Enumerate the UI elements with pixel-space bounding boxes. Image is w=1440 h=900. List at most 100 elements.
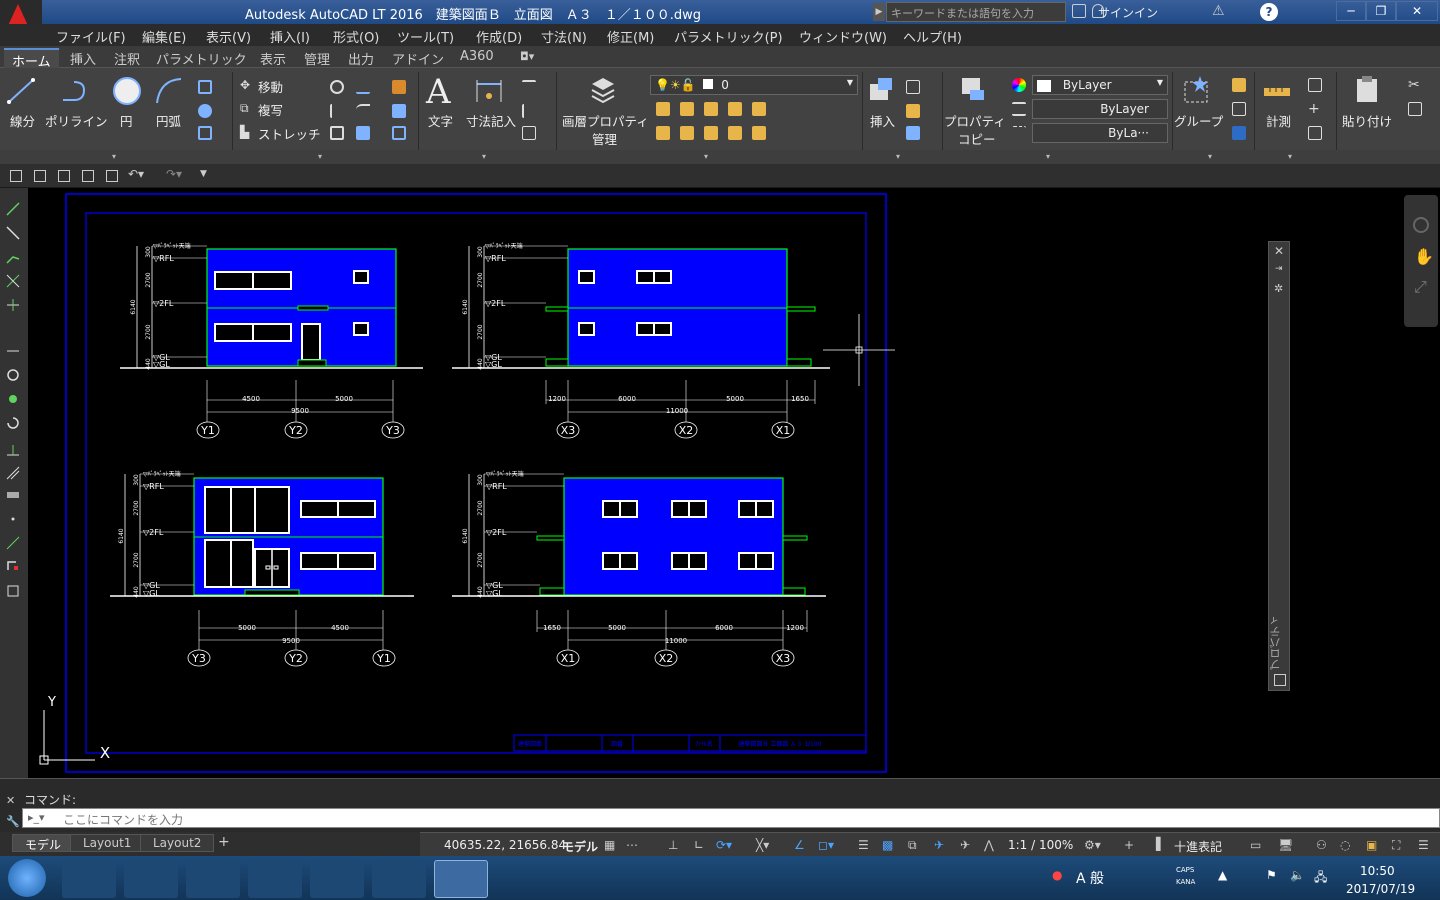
qat-customize-icon[interactable]: ▼ (200, 169, 207, 179)
lock-ui-icon[interactable]: 🖥▾ (1278, 838, 1293, 866)
tool-rotate-icon[interactable] (6, 416, 20, 430)
clock-date[interactable]: 2017/07/19 (1346, 882, 1415, 896)
tab-layout1[interactable]: Layout1 (70, 834, 145, 852)
fullscreen-icon[interactable]: ⛶ (1392, 838, 1406, 852)
group-icon[interactable] (1182, 74, 1212, 104)
rotate-icon[interactable] (330, 80, 344, 94)
search-input[interactable]: キーワードまたは語句を入力 (886, 2, 1066, 22)
annotation-scale-icon[interactable]: ⋀ (984, 838, 998, 852)
lineweight-dropdown[interactable]: ByLa··· (1032, 123, 1168, 143)
layer-tool-icon[interactable] (680, 102, 694, 116)
hardware-acceleration-icon[interactable]: ◌ (1340, 838, 1354, 852)
menu-help[interactable]: ヘルプ(H) (903, 27, 962, 46)
annotation-visibility-icon[interactable]: ✈ (934, 838, 948, 852)
clip-copy-icon[interactable] (1408, 102, 1422, 116)
attribute-icon[interactable] (906, 126, 920, 140)
group-edit-icon[interactable] (1232, 102, 1246, 116)
linear-dim-icon[interactable] (522, 80, 536, 94)
create-block-icon[interactable] (906, 80, 920, 94)
tray-expand-icon[interactable]: ▲ (1218, 868, 1227, 882)
layer-dropdown[interactable]: 💡☀🔓 0 ▼ (650, 75, 858, 95)
palette-toggle-icon[interactable] (1274, 674, 1286, 686)
thunderbird-icon[interactable] (248, 860, 302, 898)
menu-edit[interactable]: 編集(E) (142, 27, 186, 46)
tool-gradient-icon[interactable] (6, 488, 20, 502)
palette-options-icon[interactable]: ✲ (1274, 282, 1283, 295)
tool-construction-line-icon[interactable] (6, 226, 20, 240)
layer-properties-icon[interactable] (588, 74, 618, 104)
fillet-icon[interactable] (356, 104, 370, 118)
groups-panel-expand[interactable]: ▾ (1208, 152, 1212, 161)
isodraft-icon[interactable]: ╳▾ (756, 838, 770, 852)
match-properties-label[interactable]: プロパティ (944, 111, 1006, 130)
start-button[interactable] (8, 859, 46, 897)
layer-tool-icon[interactable] (752, 126, 766, 140)
tab-manage[interactable]: 管理 (296, 48, 338, 68)
layer-tool-icon[interactable] (704, 126, 718, 140)
tab-parametric[interactable]: パラメトリック (148, 48, 255, 68)
leader-icon[interactable] (522, 104, 536, 118)
command-input[interactable]: ここにコマンドを入力 (22, 808, 1440, 828)
ribbon-toggle-icon[interactable]: ◘▾ (520, 50, 534, 63)
tray-red-icon[interactable]: ● (1052, 868, 1062, 882)
menu-parametric[interactable]: パラメトリック(P) (674, 27, 783, 46)
utilities-panel-expand[interactable]: ▾ (1288, 152, 1292, 161)
snap-icon[interactable]: ⋯▾ (626, 838, 640, 866)
insert-button[interactable]: 挿入 (870, 111, 895, 130)
tab-addins[interactable]: アドイン (384, 48, 452, 68)
media-player-icon[interactable] (62, 860, 116, 898)
point-icon[interactable]: + (1308, 102, 1322, 116)
transparency-icon[interactable]: ▩ (882, 838, 896, 852)
menu-file[interactable]: ファイル(F) (56, 27, 126, 46)
workspace-icon[interactable]: ⚙▾ (1084, 838, 1101, 852)
tool-hatch-icon[interactable] (6, 466, 20, 480)
status-menu-icon[interactable]: ☰ (1418, 838, 1432, 852)
infer-icon[interactable]: ⊥ (668, 838, 682, 852)
tool-polygon-icon[interactable] (6, 274, 20, 288)
match-properties-label-2[interactable]: コピー (958, 129, 996, 148)
close-button[interactable]: ✕ (1396, 1, 1438, 21)
ungroup-icon[interactable] (1232, 78, 1246, 92)
tab-model[interactable]: モデル (12, 834, 75, 852)
circle-button[interactable]: 円 (120, 111, 133, 130)
measure-icon[interactable] (1262, 76, 1292, 106)
palette-autohide-icon[interactable]: ⇥ (1275, 264, 1283, 274)
clean-screen-icon[interactable]: ▣ (1366, 838, 1380, 852)
print-icon[interactable] (106, 170, 118, 182)
command-close-icon[interactable]: ✕ (6, 794, 15, 807)
stretch-button[interactable]: ストレッチ (258, 124, 321, 143)
menu-modify[interactable]: 修正(M) (607, 27, 654, 46)
tab-home[interactable]: ホーム (4, 48, 59, 70)
text-icon[interactable]: A (426, 72, 451, 112)
dimension-button[interactable]: 寸法記入 (466, 111, 516, 130)
quick-select-icon[interactable] (1308, 78, 1322, 92)
tool-rectangle-icon[interactable] (6, 298, 20, 312)
coordinates-readout[interactable]: 40635.22, 21656.84 (444, 838, 566, 852)
new-file-icon[interactable] (10, 170, 22, 182)
autocad-taskbar-icon[interactable] (434, 860, 488, 898)
layer-tool-icon[interactable] (704, 102, 718, 116)
menu-dimension[interactable]: 寸法(N) (541, 27, 587, 46)
group-button[interactable]: グループ (1174, 111, 1223, 130)
linetype-dropdown[interactable]: ByLayer (1032, 99, 1168, 119)
copy-button[interactable]: 複写 (258, 100, 283, 119)
tool-circle-icon[interactable] (6, 368, 20, 382)
search-expand-icon[interactable]: ▶ (873, 3, 885, 21)
layers-panel-expand[interactable]: ▾ (704, 152, 708, 161)
paint-icon[interactable] (372, 860, 426, 898)
tab-annotate[interactable]: 注釈 (106, 48, 148, 68)
steering-wheel-icon[interactable] (1413, 217, 1429, 233)
drawing-canvas[interactable]: ▽ﾊﾟﾗﾍﾟｯﾄ天端 ▽RFL ▽2FL ▽GL ▽GL 6140 2700 2… (28, 188, 1440, 778)
tool-text-icon[interactable] (6, 584, 20, 598)
tab-view[interactable]: 表示 (252, 48, 294, 68)
arc-icon[interactable] (154, 76, 184, 106)
chrome-icon[interactable] (186, 860, 240, 898)
boundary-icon[interactable] (198, 126, 212, 140)
group-select-icon[interactable] (1232, 126, 1246, 140)
isolate-objects-icon[interactable]: ⚇ (1316, 838, 1330, 852)
signin-button[interactable]: サインイン (1098, 4, 1158, 21)
menu-draw[interactable]: 作成(D) (476, 27, 522, 46)
table-icon[interactable] (522, 126, 536, 140)
offset-icon[interactable] (392, 126, 406, 140)
selection-cycling-icon[interactable]: ⧉ (908, 838, 922, 852)
